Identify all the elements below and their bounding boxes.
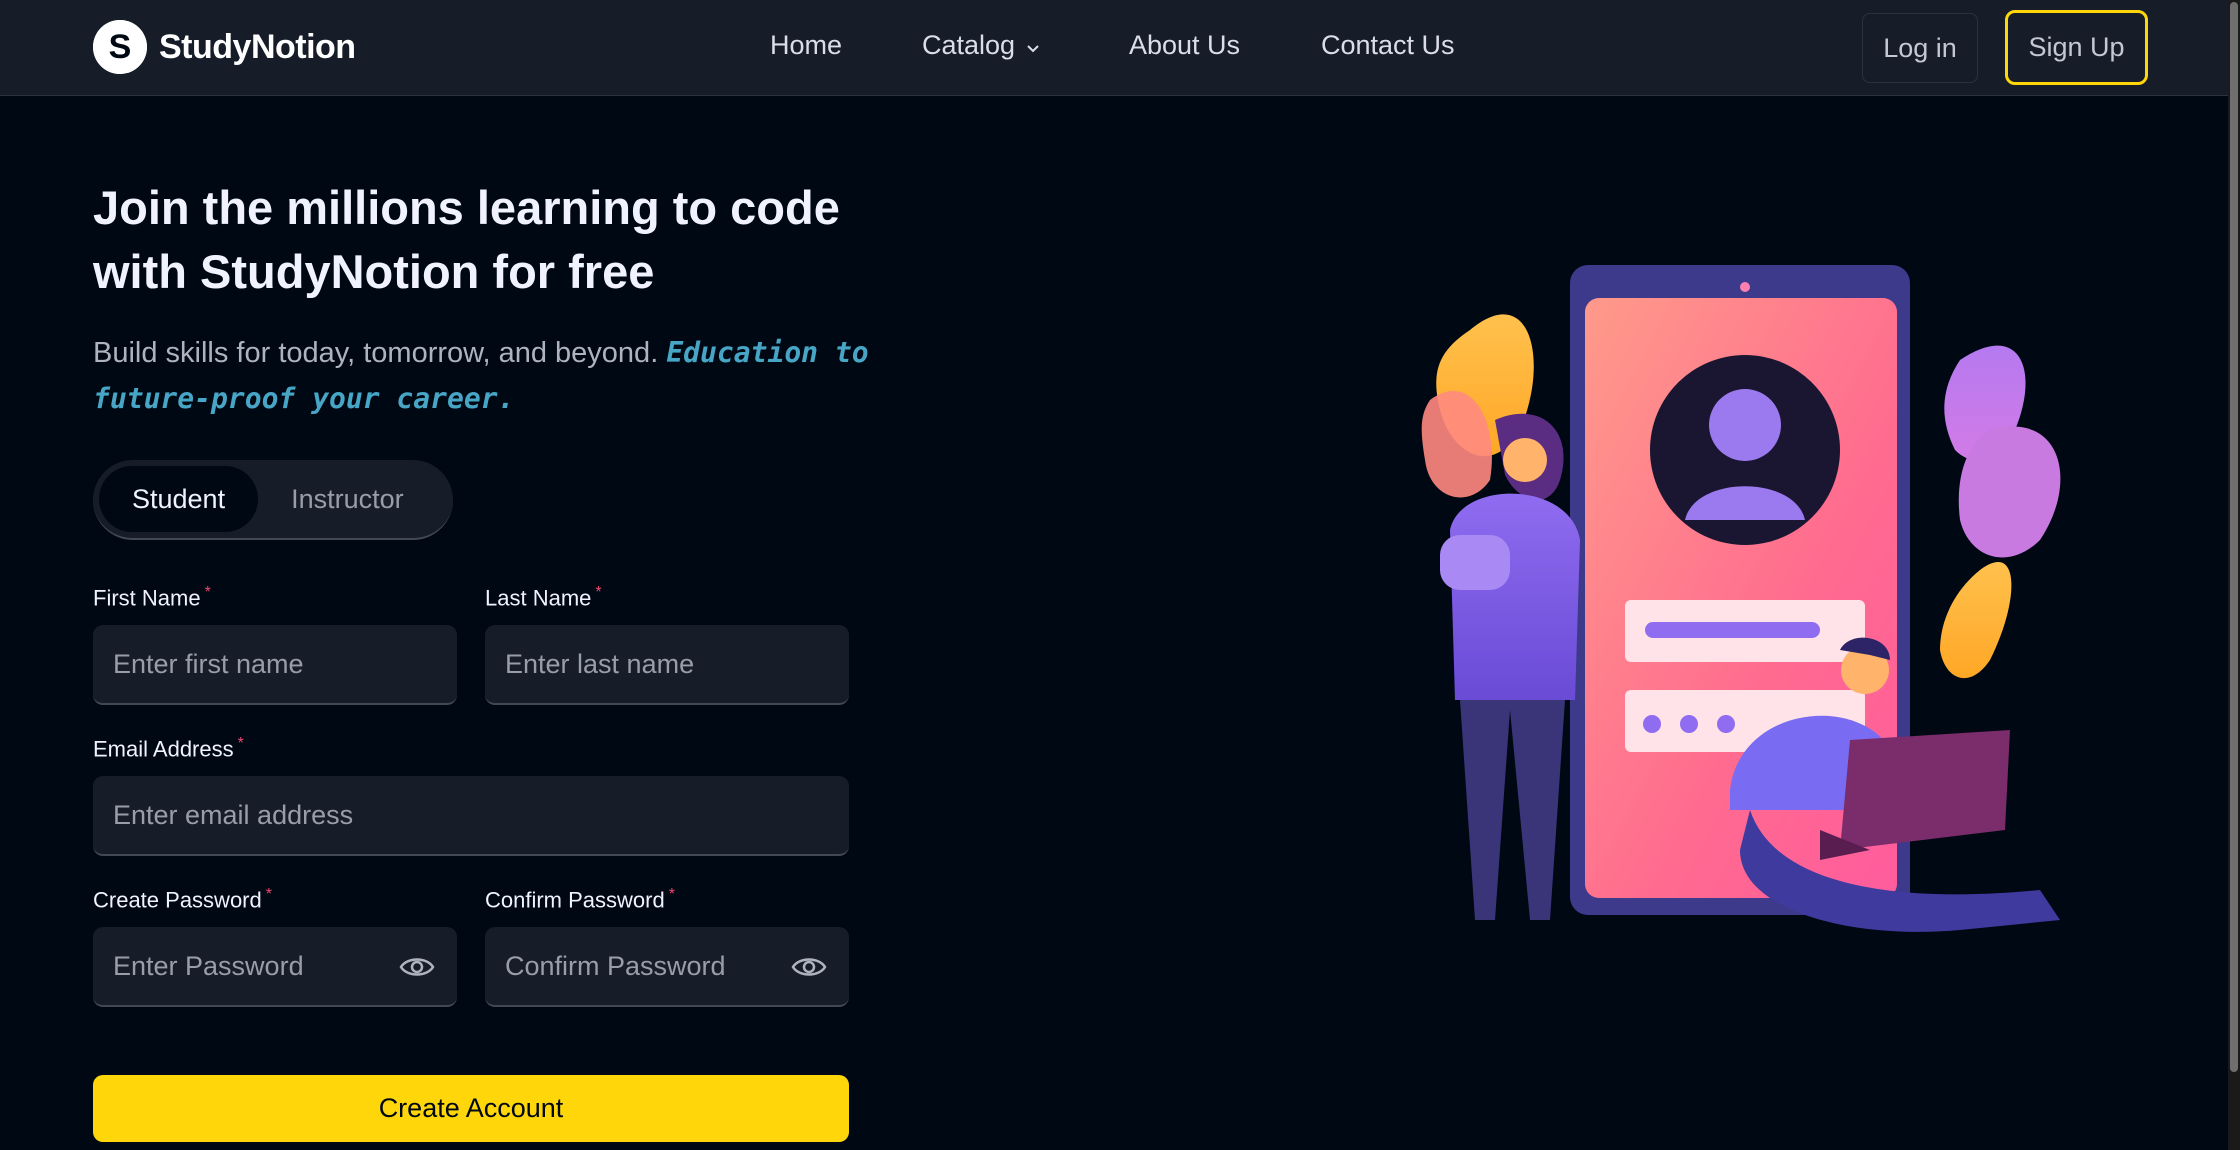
leaf-decoration xyxy=(1940,562,2012,679)
required-mark: * xyxy=(668,886,675,903)
nav-link-contact[interactable]: Contact Us xyxy=(1321,30,1455,61)
password-label: Create Password * xyxy=(93,886,272,913)
top-navbar: S StudyNotion Home Catalog About Us Cont… xyxy=(0,0,2240,96)
first-name-input[interactable] xyxy=(113,648,437,680)
leaf-decoration xyxy=(1958,426,2061,558)
email-label-text: Email Address xyxy=(93,736,234,762)
password-field-wrapper xyxy=(93,927,457,1007)
first-name-label-text: First Name xyxy=(93,585,201,611)
email-label: Email Address * xyxy=(93,735,244,762)
nav-link-catalog[interactable]: Catalog xyxy=(922,30,1041,62)
scrollbar-thumb[interactable] xyxy=(2230,2,2238,1072)
nav-link-about[interactable]: About Us xyxy=(1129,30,1240,61)
required-mark: * xyxy=(265,886,272,903)
page-subtitle: Build skills for today, tomorrow, and be… xyxy=(93,330,873,422)
email-field-wrapper xyxy=(93,776,849,856)
role-toggle: Student Instructor xyxy=(93,460,453,540)
brand-logo[interactable]: S StudyNotion xyxy=(93,20,356,74)
svg-text:S: S xyxy=(109,28,132,66)
signup-button[interactable]: Sign Up xyxy=(2005,10,2148,85)
logo-icon: S xyxy=(93,20,147,74)
nav-link-catalog-label: Catalog xyxy=(922,30,1016,60)
signup-illustration xyxy=(1421,265,2061,932)
required-mark: * xyxy=(204,584,211,601)
eye-icon[interactable] xyxy=(791,952,827,987)
last-name-label: Last Name * xyxy=(485,584,602,611)
password-input[interactable] xyxy=(113,950,437,982)
brand-name: StudyNotion xyxy=(159,27,356,66)
required-mark: * xyxy=(237,735,244,752)
chevron-down-icon xyxy=(1025,31,1041,62)
role-instructor-tab[interactable]: Instructor xyxy=(258,466,437,532)
nav-link-home[interactable]: Home xyxy=(770,30,842,61)
login-button[interactable]: Log in xyxy=(1862,13,1978,83)
confirm-password-label: Confirm Password * xyxy=(485,886,675,913)
last-name-input[interactable] xyxy=(505,648,829,680)
last-name-label-text: Last Name xyxy=(485,585,592,611)
confirm-password-input[interactable] xyxy=(505,950,829,982)
confirm-password-label-text: Confirm Password xyxy=(485,887,665,913)
required-mark: * xyxy=(595,584,602,601)
first-name-label: First Name * xyxy=(93,584,211,611)
password-label-text: Create Password xyxy=(93,887,262,913)
confirm-password-field-wrapper xyxy=(485,927,849,1007)
first-name-field-wrapper xyxy=(93,625,457,705)
eye-icon[interactable] xyxy=(399,952,435,987)
role-student-tab[interactable]: Student xyxy=(99,466,259,532)
subtitle-text: Build skills for today, tomorrow, and be… xyxy=(93,337,659,369)
email-input[interactable] xyxy=(113,799,829,831)
create-account-button[interactable]: Create Account xyxy=(93,1075,849,1142)
page-title: Join the millions learning to code with … xyxy=(93,181,840,298)
last-name-field-wrapper xyxy=(485,625,849,705)
